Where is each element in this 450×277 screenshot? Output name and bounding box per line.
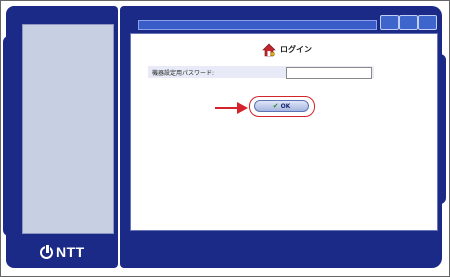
window-title-bar [138,20,377,30]
ntt-logo-text: NTT [56,244,85,260]
password-input[interactable] [286,67,372,79]
login-heading: ログイン [262,42,312,57]
window-maximize-button[interactable] [399,15,418,30]
house-key-icon [262,42,276,57]
password-row: 機器設定用パスワード: [148,66,374,79]
ok-button-highlight: ✔ OK [249,96,315,117]
login-content-area [130,33,438,231]
password-label: 機器設定用パスワード: [152,70,215,77]
login-title: ログイン [280,44,312,54]
checkmark-icon: ✔ [272,102,279,110]
window-minimize-button[interactable] [380,15,399,30]
left-display-area [22,24,114,234]
window-close-button[interactable] [418,15,437,30]
ntt-logo: NTT [40,244,85,260]
ok-button[interactable]: ✔ OK [254,100,309,112]
ntt-logo-icon [40,244,53,259]
red-arrow-icon [215,102,248,114]
ok-button-label: OK [280,102,291,110]
